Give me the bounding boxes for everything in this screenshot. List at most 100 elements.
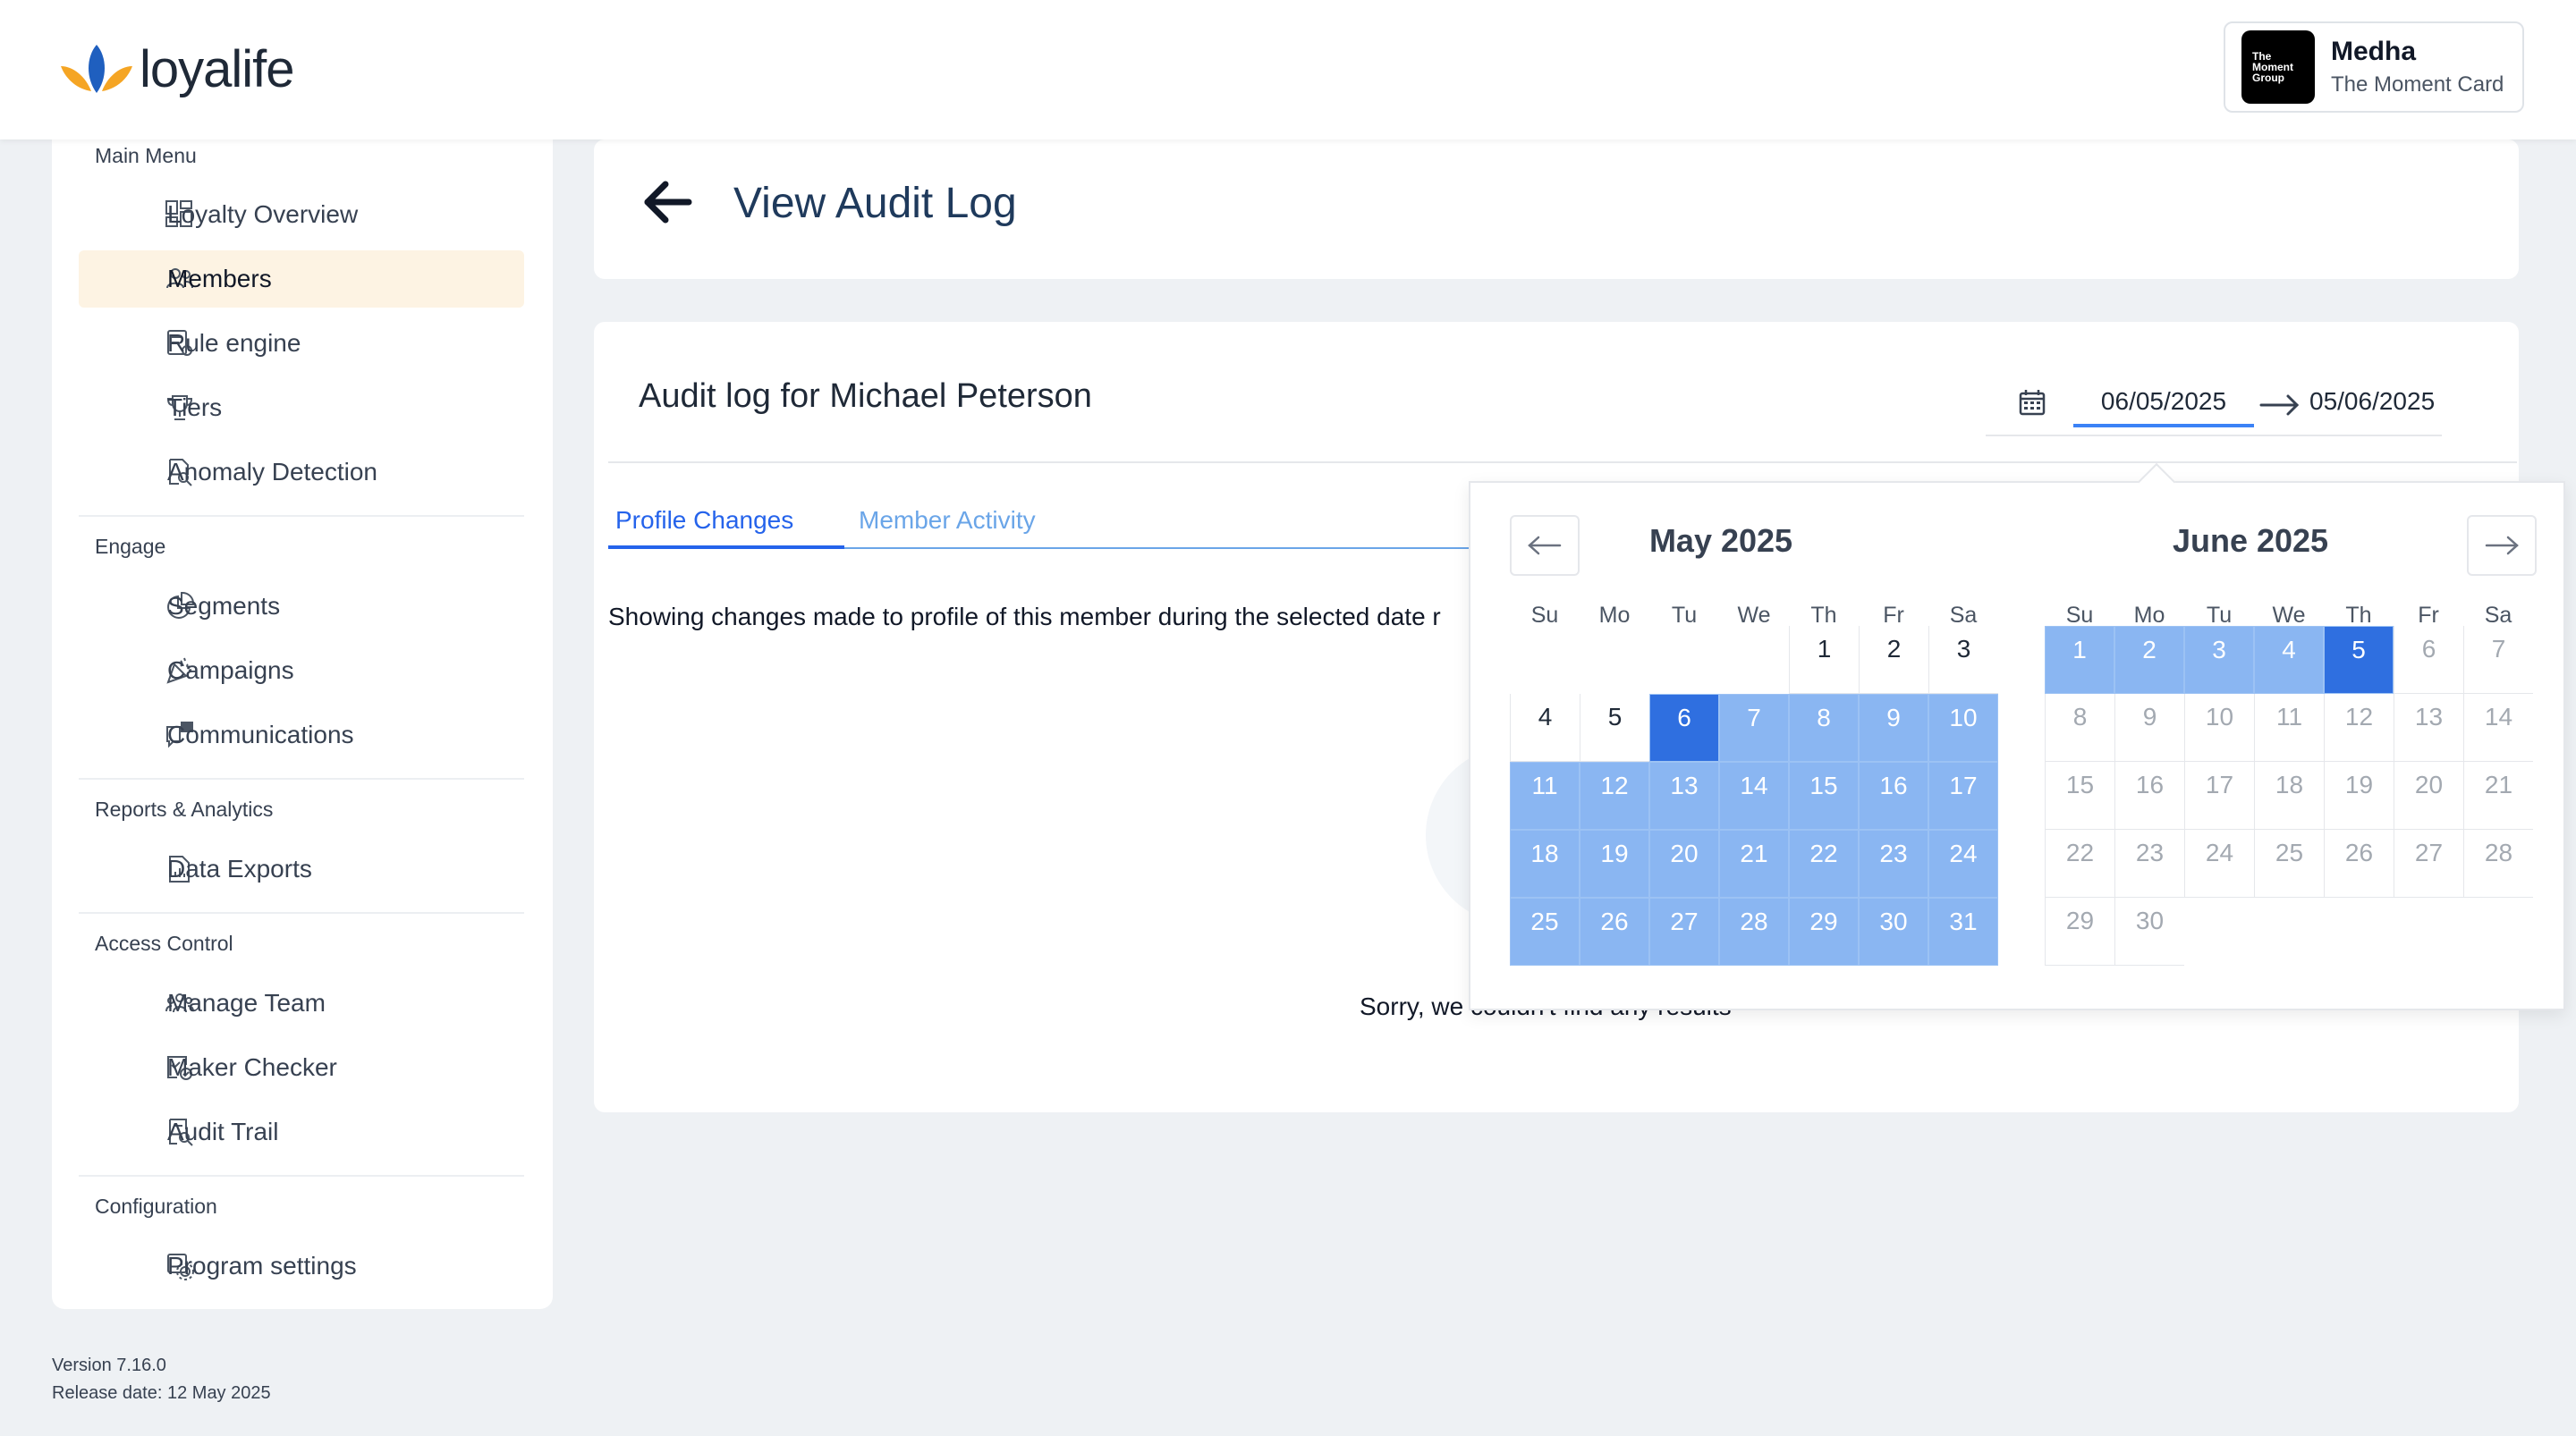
sidebar-item-audit-trail[interactable]: Audit Trail <box>79 1103 524 1161</box>
calendar-day-may-13[interactable]: 13 <box>1649 762 1719 830</box>
audit-log-title: Audit log for Michael Peterson <box>639 377 1092 415</box>
calendar-day-may-10[interactable]: 10 <box>1928 694 1998 762</box>
calendar-day-may-28[interactable]: 28 <box>1719 898 1789 966</box>
calendar-day-may-12[interactable]: 12 <box>1580 762 1649 830</box>
calendar-day-may-21[interactable]: 21 <box>1719 830 1789 898</box>
weekday-label: Th <box>1810 603 1837 628</box>
calendar-day-may-7[interactable]: 7 <box>1719 694 1789 762</box>
calendar-day-june-3[interactable]: 3 <box>2184 626 2254 694</box>
calendar-day-june-20: 20 <box>2394 762 2463 830</box>
calendar-day-june-16: 16 <box>2114 762 2184 830</box>
calendar-day-may-1[interactable]: 1 <box>1789 626 1859 694</box>
sidebar-item-campaigns[interactable]: Campaigns <box>79 642 524 699</box>
arrow-right-icon <box>2259 394 2300 416</box>
sidebar-item-loyalty-overview[interactable]: Loyalty Overview <box>79 186 524 243</box>
sidebar-item-maker-checker[interactable]: Maker Checker <box>79 1039 524 1096</box>
weekday-label: Fr <box>1883 603 1904 628</box>
calendar-day-june-15: 15 <box>2045 762 2114 830</box>
calendar-day-may-17[interactable]: 17 <box>1928 762 1998 830</box>
tabs-underline <box>844 547 1470 549</box>
calendar-day-may-25[interactable]: 25 <box>1510 898 1580 966</box>
calendar-day-june-29: 29 <box>2045 898 2114 966</box>
calendar-day-may-15[interactable]: 15 <box>1789 762 1859 830</box>
calendar-day-june-28: 28 <box>2463 830 2533 898</box>
next-month-button[interactable] <box>2467 515 2537 576</box>
calendar-day-may-29[interactable]: 29 <box>1789 898 1859 966</box>
calendar-day-may-5[interactable]: 5 <box>1580 694 1649 762</box>
calendar-day-may-11[interactable]: 11 <box>1510 762 1580 830</box>
calendar-day-may-31[interactable]: 31 <box>1928 898 1998 966</box>
calendar-day-may-4[interactable]: 4 <box>1510 694 1580 762</box>
calendar-day-june-10: 10 <box>2184 694 2254 762</box>
calendar-day-june-7: 7 <box>2463 626 2533 694</box>
calendar-day-may-19[interactable]: 19 <box>1580 830 1649 898</box>
sidebar-item-rule-engine[interactable]: Rule engine <box>79 315 524 372</box>
calendar-day-june-27: 27 <box>2394 830 2463 898</box>
calendar-day-may-22[interactable]: 22 <box>1789 830 1859 898</box>
sidebar: Main Menu Loyalty Overview Members Rule … <box>52 139 553 1309</box>
weekday-label: Fr <box>2418 603 2439 628</box>
sidebar-divider <box>79 778 524 780</box>
sidebar-item-tiers[interactable]: Tiers <box>79 379 524 436</box>
tab-profile-changes[interactable]: Profile Changes <box>615 506 793 535</box>
calendar-day-june-21: 21 <box>2463 762 2533 830</box>
sidebar-divider <box>79 912 524 914</box>
active-tab-indicator <box>608 545 844 549</box>
logo-wordmark: loyalife <box>140 40 295 98</box>
date-range-calendar: May 2025 June 2025 Su Mo Tu We Th Fr Sa 1 2 3 4 5 6 7… <box>1469 462 2565 1010</box>
calendar-day-may-6[interactable]: 6 <box>1649 694 1719 762</box>
weekday-label: Th <box>2345 603 2372 628</box>
calendar-day-june-9: 9 <box>2114 694 2184 762</box>
sidebar-item-manage-team[interactable]: Manage Team <box>79 975 524 1032</box>
sidebar-item-communications[interactable]: Communications <box>79 706 524 764</box>
calendar-day-june-30: 30 <box>2114 898 2184 966</box>
calendar-icon <box>2019 390 2046 416</box>
back-arrow-icon[interactable] <box>642 179 694 225</box>
calendar-day-may-27[interactable]: 27 <box>1649 898 1719 966</box>
page-title: View Audit Log <box>733 180 1017 227</box>
calendar-day-may-30[interactable]: 30 <box>1859 898 1928 966</box>
calendar-day-may-24[interactable]: 24 <box>1928 830 1998 898</box>
calendar-day-may-9[interactable]: 9 <box>1859 694 1928 762</box>
weekday-label: Sa <box>2484 603 2512 628</box>
start-date-input[interactable]: 06/05/2025 <box>2073 383 2254 427</box>
section-engage: Engage <box>95 535 166 558</box>
sidebar-item-program-settings[interactable]: Program settings <box>79 1237 524 1295</box>
card-divider <box>608 461 2517 463</box>
calendar-day-may-8[interactable]: 8 <box>1789 694 1859 762</box>
tab-member-activity[interactable]: Member Activity <box>859 506 1036 535</box>
calendar-day-june-26: 26 <box>2324 830 2394 898</box>
sidebar-item-anomaly-detection[interactable]: Anomaly Detection <box>79 443 524 501</box>
calendar-day-june-13: 13 <box>2394 694 2463 762</box>
calendar-day-may-14[interactable]: 14 <box>1719 762 1789 830</box>
prev-month-button[interactable] <box>1510 515 1580 576</box>
calendar-day-may-18[interactable]: 18 <box>1510 830 1580 898</box>
end-date-input[interactable]: 05/06/2025 <box>2309 383 2435 420</box>
calendar-day-may-2[interactable]: 2 <box>1859 626 1928 694</box>
loyalife-logo[interactable]: loyalife <box>59 39 295 99</box>
program-logo: The Moment Group <box>2241 30 2315 104</box>
calendar-day-june-11: 11 <box>2254 694 2324 762</box>
calendar-day-may-26[interactable]: 26 <box>1580 898 1649 966</box>
calendar-day-may-3[interactable]: 3 <box>1928 626 1998 694</box>
section-configuration: Configuration <box>95 1195 217 1218</box>
calendar-day-june-8: 8 <box>2045 694 2114 762</box>
calendar-day-june-19: 19 <box>2324 762 2394 830</box>
page-scrollbar[interactable] <box>2565 139 2576 1436</box>
calendar-day-june-22: 22 <box>2045 830 2114 898</box>
right-month-title: June 2025 <box>2172 522 2329 559</box>
calendar-day-june-2[interactable]: 2 <box>2114 626 2184 694</box>
calendar-day-june-5[interactable]: 5 <box>2324 626 2394 694</box>
calendar-day-may-20[interactable]: 20 <box>1649 830 1719 898</box>
calendar-day-may-16[interactable]: 16 <box>1859 762 1928 830</box>
calendar-day-may-23[interactable]: 23 <box>1859 830 1928 898</box>
date-range-picker[interactable]: 06/05/2025 05/06/2025 <box>1986 374 2442 436</box>
sidebar-item-members[interactable]: Members <box>79 250 524 308</box>
profile-switcher[interactable]: The Moment Group Medha The Moment Card <box>2224 21 2524 113</box>
calendar-day-june-4[interactable]: 4 <box>2254 626 2324 694</box>
calendar-day-june-1[interactable]: 1 <box>2045 626 2114 694</box>
sidebar-item-segments[interactable]: Segments <box>79 578 524 635</box>
release-date: Release date: 12 May 2025 <box>52 1383 271 1403</box>
weekday-label: We <box>1737 603 1771 628</box>
sidebar-item-data-exports[interactable]: Data Exports <box>79 840 524 898</box>
